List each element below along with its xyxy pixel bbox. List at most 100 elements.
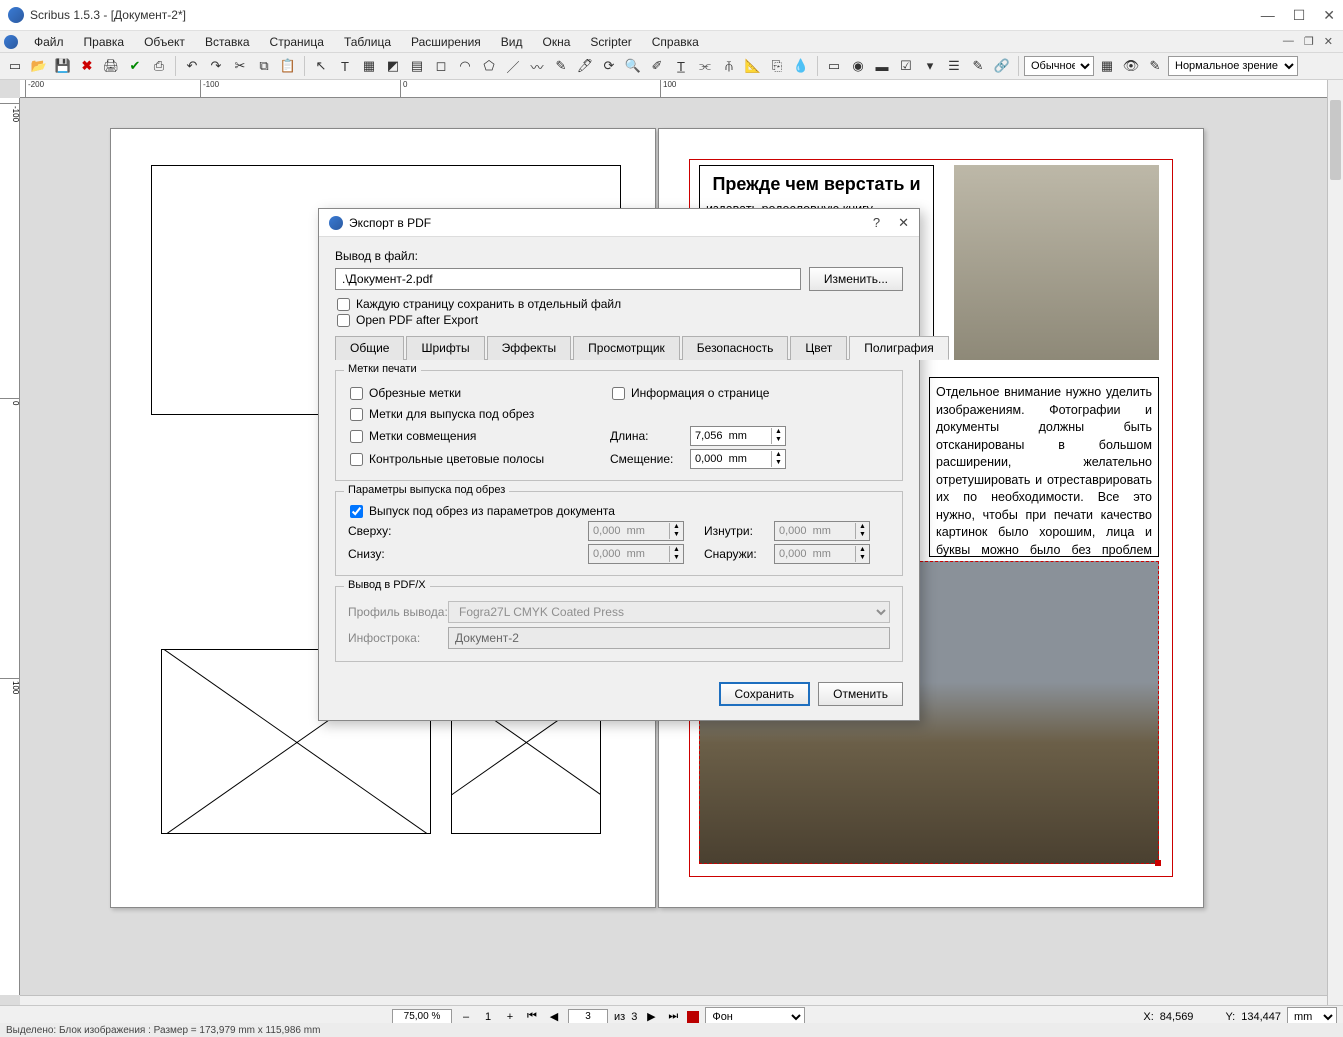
tab-viewer[interactable]: Просмотрщик	[573, 336, 680, 360]
calligraphy-icon[interactable]: 🖊	[574, 55, 596, 77]
unlink-frames-icon[interactable]: ⫚	[718, 55, 740, 77]
tab-fonts[interactable]: Шрифты	[406, 336, 484, 360]
polygon-icon[interactable]: ⬠	[478, 55, 500, 77]
tab-prepress[interactable]: Полиграфия	[849, 336, 949, 360]
save-button[interactable]: Сохранить	[719, 682, 811, 706]
chk-each-page[interactable]	[337, 298, 350, 311]
close-icon[interactable]: ✕	[1323, 7, 1335, 24]
preflight-icon[interactable]: ✔	[124, 55, 146, 77]
spin-down-icon[interactable]: ▼	[772, 436, 785, 444]
paste-icon[interactable]: 📋	[277, 55, 299, 77]
spin-up-icon[interactable]: ▲	[772, 428, 785, 436]
vertical-scrollbar[interactable]	[1327, 80, 1343, 1011]
menu-windows[interactable]: Окна	[533, 33, 581, 51]
pdf-combo-icon[interactable]: ▾	[919, 55, 941, 77]
pdf-button-icon[interactable]: ▭	[823, 55, 845, 77]
menu-table[interactable]: Таблица	[334, 33, 401, 51]
chk-crop-marks[interactable]	[350, 387, 363, 400]
profile-label: Профиль вывода:	[348, 605, 448, 619]
edit-contents-icon[interactable]: ✐	[646, 55, 668, 77]
mdi-close-icon[interactable]: ✕	[1324, 35, 1333, 48]
chk-page-info[interactable]	[612, 387, 625, 400]
mdi-restore-icon[interactable]: ❐	[1304, 35, 1314, 48]
new-doc-icon[interactable]: ▭	[4, 55, 26, 77]
offset-input[interactable]	[691, 450, 771, 468]
bezier-icon[interactable]: 〰	[526, 55, 548, 77]
cut-icon[interactable]: ✂	[229, 55, 251, 77]
chk-bleed-marks[interactable]	[350, 408, 363, 421]
shape-icon[interactable]: ◻	[430, 55, 452, 77]
pdf-annot-icon[interactable]: ✎	[967, 55, 989, 77]
toggle-cms-icon[interactable]: ▦	[1096, 55, 1118, 77]
link-frames-icon[interactable]: ⫘	[694, 55, 716, 77]
chk-color-bars[interactable]	[350, 453, 363, 466]
dialog-help-icon[interactable]: ?	[873, 215, 880, 231]
line-icon[interactable]: ／	[502, 55, 524, 77]
measure-icon[interactable]: 📐	[742, 55, 764, 77]
menu-page[interactable]: Страница	[260, 33, 334, 51]
eyedropper-icon[interactable]: 💧	[790, 55, 812, 77]
edit-in-preview-icon[interactable]: ✎	[1144, 55, 1166, 77]
chk-open-after[interactable]	[337, 314, 350, 327]
tab-color[interactable]: Цвет	[790, 336, 847, 360]
spin-up-icon[interactable]: ▲	[772, 451, 785, 459]
menu-view[interactable]: Вид	[491, 33, 533, 51]
pdf-radio-icon[interactable]: ◉	[847, 55, 869, 77]
open-icon[interactable]: 📂	[28, 55, 50, 77]
tab-general[interactable]: Общие	[335, 336, 404, 360]
length-spinner[interactable]: ▲▼	[690, 426, 786, 446]
save-icon[interactable]: 💾	[52, 55, 74, 77]
render-frame-icon[interactable]: ◩	[382, 55, 404, 77]
minimize-icon[interactable]: —	[1261, 7, 1275, 24]
pdf-list-icon[interactable]: ☰	[943, 55, 965, 77]
tab-security[interactable]: Безопасность	[682, 336, 789, 360]
layer-color-swatch	[687, 1011, 699, 1023]
text-frame-body[interactable]: Отдельное внимание нужно уделить изображ…	[929, 377, 1159, 557]
pdf-text-icon[interactable]: ▬	[871, 55, 893, 77]
menu-help[interactable]: Справка	[642, 33, 709, 51]
select-tool-icon[interactable]: ↖	[310, 55, 332, 77]
output-file-input[interactable]	[335, 268, 801, 290]
menu-scripter[interactable]: Scripter	[580, 33, 641, 51]
redo-icon[interactable]: ↷	[205, 55, 227, 77]
preview-mode-select[interactable]: Обычное	[1024, 56, 1094, 76]
rotate-icon[interactable]: ⟳	[598, 55, 620, 77]
pdf-export-icon[interactable]: ⎙	[148, 55, 170, 77]
bleed-bottom-label: Снизу:	[348, 547, 438, 561]
image-frame-icon[interactable]: ▦	[358, 55, 380, 77]
tab-effects[interactable]: Эффекты	[487, 336, 572, 360]
cancel-button[interactable]: Отменить	[818, 682, 903, 706]
edit-text-icon[interactable]: T̲	[670, 55, 692, 77]
menu-edit[interactable]: Правка	[74, 33, 135, 51]
menu-object[interactable]: Объект	[134, 33, 195, 51]
zoom-icon[interactable]: 🔍	[622, 55, 644, 77]
table-icon[interactable]: ▤	[406, 55, 428, 77]
undo-icon[interactable]: ↶	[181, 55, 203, 77]
coord-x-label: X:	[1143, 1011, 1153, 1023]
arc-icon[interactable]: ◠	[454, 55, 476, 77]
menu-file[interactable]: Файл	[24, 33, 74, 51]
close-doc-icon[interactable]: ✖	[76, 55, 98, 77]
pdf-check-icon[interactable]: ☑	[895, 55, 917, 77]
spin-down-icon[interactable]: ▼	[772, 459, 785, 467]
menu-insert[interactable]: Вставка	[195, 33, 260, 51]
print-icon[interactable]: 🖨	[100, 55, 122, 77]
copy-props-icon[interactable]: ⎘	[766, 55, 788, 77]
offset-spinner[interactable]: ▲▼	[690, 449, 786, 469]
menu-extras[interactable]: Расширения	[401, 33, 491, 51]
chk-bleed-from-doc[interactable]	[350, 505, 363, 518]
freehand-icon[interactable]: ✎	[550, 55, 572, 77]
preview-icon[interactable]: 👁	[1120, 55, 1142, 77]
dialog-close-icon[interactable]: ✕	[898, 215, 909, 231]
maximize-icon[interactable]: ☐	[1293, 7, 1306, 24]
length-input[interactable]	[691, 427, 771, 445]
copy-icon[interactable]: ⧉	[253, 55, 275, 77]
mdi-minimize-icon[interactable]: —	[1283, 35, 1294, 48]
image-manuscript[interactable]	[954, 165, 1159, 360]
text-frame-icon[interactable]: T	[334, 55, 356, 77]
chk-reg-marks[interactable]	[350, 430, 363, 443]
vision-mode-select[interactable]: Нормальное зрение	[1168, 56, 1298, 76]
change-button[interactable]: Изменить...	[809, 267, 903, 291]
dialog-app-icon	[329, 216, 343, 230]
pdf-link-icon[interactable]: 🔗	[991, 55, 1013, 77]
